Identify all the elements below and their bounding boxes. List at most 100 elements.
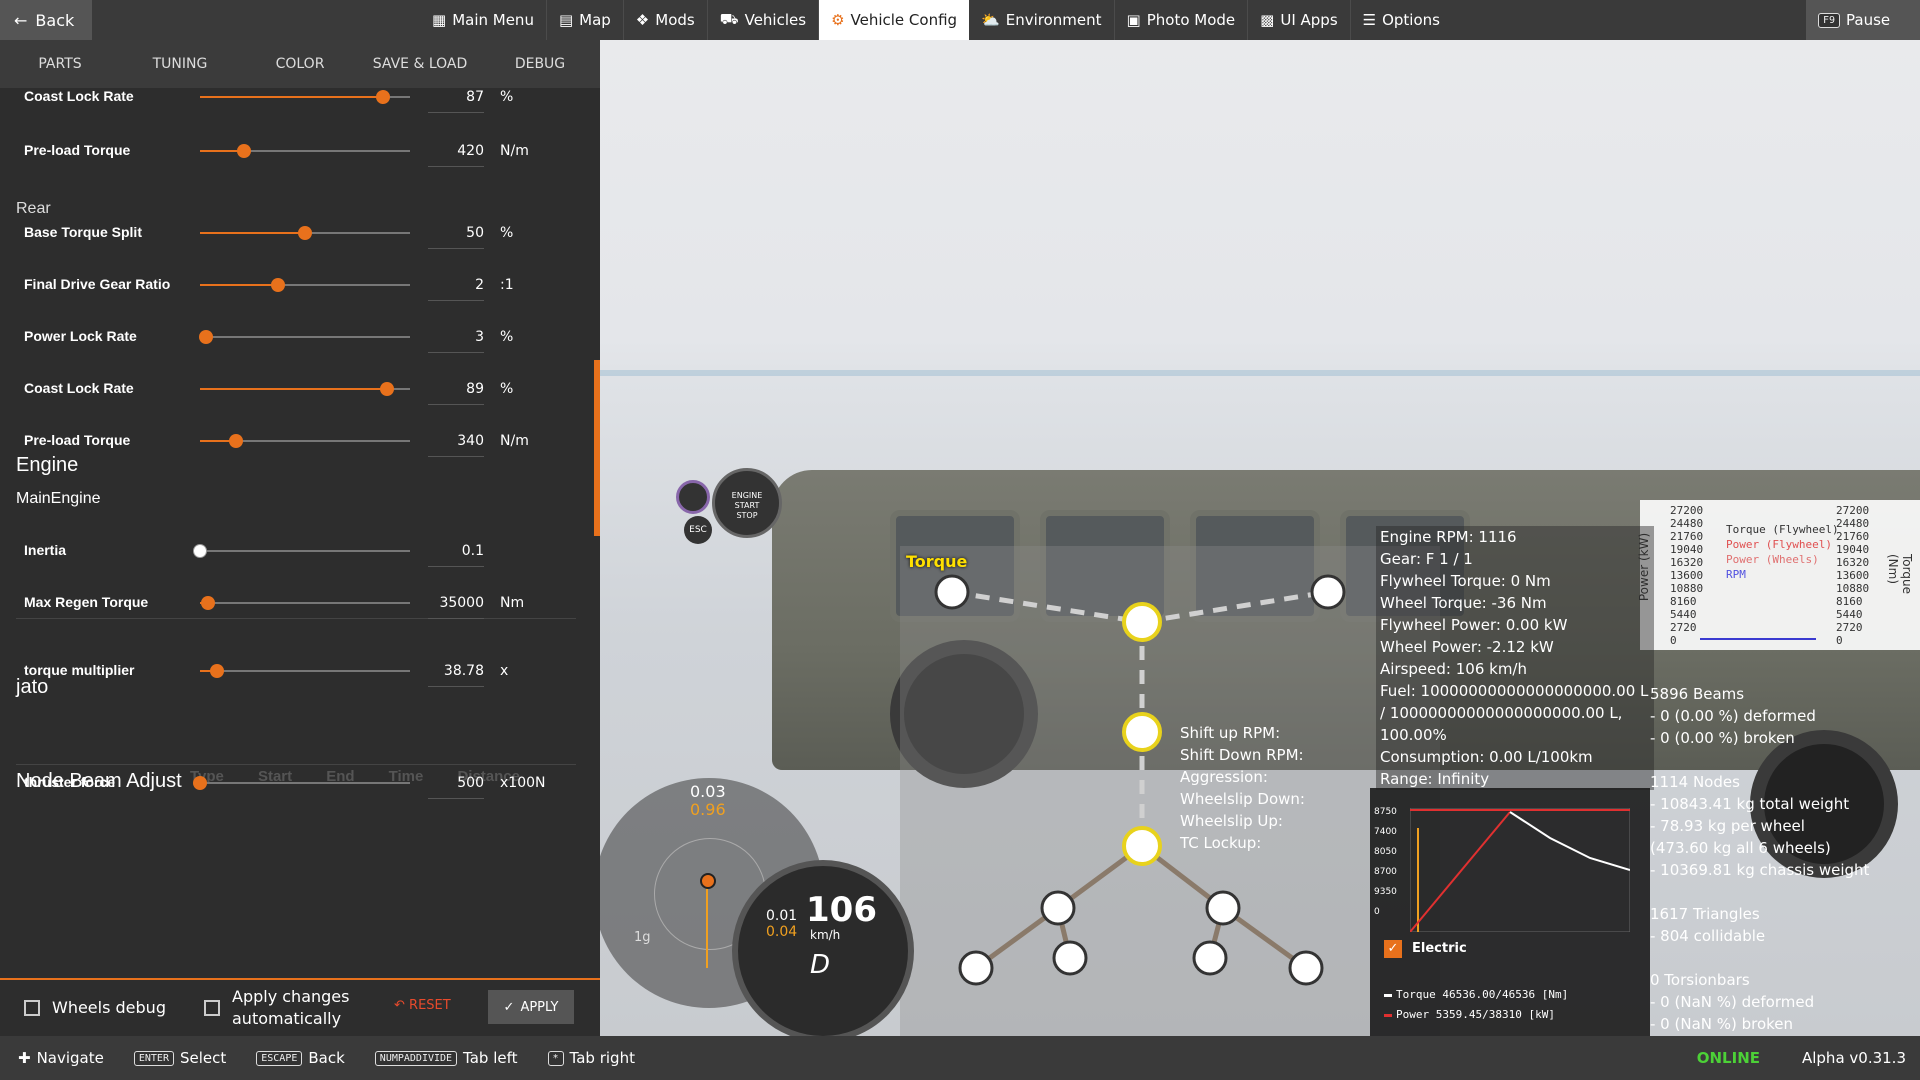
nav-vehicle-config[interactable]: ⚙ Vehicle Config xyxy=(819,0,970,40)
unit-label: % xyxy=(500,329,514,345)
axis-tick: 10880 xyxy=(1836,582,1870,595)
slider-thumb[interactable] xyxy=(237,144,252,158)
tab-parts[interactable]: PARTS xyxy=(0,40,120,88)
gear-indicator: D xyxy=(810,950,831,980)
value-field[interactable]: 38.78 xyxy=(428,656,484,687)
unit-label: x xyxy=(500,663,509,679)
nav-mods[interactable]: ❖ Mods xyxy=(624,0,708,40)
tuning-label: torque multiplier xyxy=(24,662,135,678)
axis-tick: 24480 xyxy=(1836,517,1870,530)
tab-tuning[interactable]: TUNING xyxy=(120,40,240,88)
slider-thumb[interactable] xyxy=(199,330,214,344)
value-field[interactable]: 0.1 xyxy=(428,536,484,567)
slider-thumb[interactable] xyxy=(270,278,285,292)
apply-auto-checkbox[interactable] xyxy=(204,1000,220,1016)
wheel-node-icon xyxy=(1192,940,1228,976)
nav-main-menu[interactable]: ▦ Main Menu xyxy=(420,0,547,40)
info-line: Shift up RPM: xyxy=(1180,724,1281,742)
tab-debug[interactable]: DEBUG xyxy=(480,40,600,88)
scrollbar-thumb[interactable] xyxy=(594,360,600,536)
small-readout-2: 0.04 xyxy=(766,924,798,940)
electric-checkbox[interactable]: ✓ xyxy=(1384,940,1402,958)
slider-track[interactable] xyxy=(200,670,410,672)
slider-track[interactable] xyxy=(200,336,410,338)
wheels-debug-label: Wheels debug xyxy=(52,998,166,1017)
info-line: - 0 (NaN %) broken xyxy=(1650,1015,1794,1033)
value-field[interactable]: 50 xyxy=(428,218,484,249)
slider-track[interactable] xyxy=(200,602,410,604)
status-bar: ✚ Navigate ENTER Select ESCAPE Back NUMP… xyxy=(0,1036,1920,1080)
power-curve-chart xyxy=(1410,808,1630,932)
legend-power-wheels: Power (Wheels) xyxy=(1726,553,1819,566)
info-line: - 0 (NaN %) deformed xyxy=(1650,993,1815,1011)
value-field[interactable]: 2 xyxy=(428,270,484,301)
unit-label: % xyxy=(500,89,514,105)
axis-tick: 0 xyxy=(1836,634,1843,647)
torque-graph-left-ticks: 27200 24480 21760 19040 16320 13600 10880 8160 5… xyxy=(1670,504,1703,647)
tab-save-load[interactable]: SAVE & LOAD xyxy=(360,40,480,88)
slider-track[interactable] xyxy=(200,782,410,784)
back-button[interactable]: ← Back xyxy=(0,0,92,40)
nav-label: Photo Mode xyxy=(1146,11,1236,29)
wheels-debug-checkbox[interactable] xyxy=(24,1000,40,1016)
value-field[interactable]: 500 xyxy=(428,768,484,799)
nav-environment[interactable]: ⛅ Environment xyxy=(969,0,1115,40)
unit-label: % xyxy=(500,225,514,241)
slider-thumb[interactable] xyxy=(201,596,216,610)
reset-button[interactable]: ↶ RESET xyxy=(394,998,451,1013)
value-field[interactable]: 87 xyxy=(428,88,484,113)
apply-button[interactable]: ✓ APPLY xyxy=(488,990,574,1024)
tuning-row: Base Torque Split 50% xyxy=(0,218,600,249)
hint-label: Navigate xyxy=(36,1049,104,1067)
axis-tick: 10880 xyxy=(1670,582,1704,595)
slider-thumb[interactable] xyxy=(193,544,207,558)
gforce-dot-icon xyxy=(700,873,716,889)
slider-thumb[interactable] xyxy=(193,776,207,790)
axis-tick: 8050 xyxy=(1374,847,1397,857)
torque-readout: Torque 46536.00/46536 [Nm] xyxy=(1384,988,1568,1001)
weather-icon: ⛅ xyxy=(981,11,1000,29)
unit-label: N/m xyxy=(500,433,529,449)
axis-tick: 21760 xyxy=(1836,530,1870,543)
info-line: 1617 Triangles xyxy=(1650,905,1760,923)
tuning-scroll-area[interactable]: Rear Engine MainEngine jato Type Start E… xyxy=(0,88,600,978)
online-status: ONLINE xyxy=(1696,1049,1760,1067)
nav-label: UI Apps xyxy=(1280,11,1338,29)
nav-vehicles[interactable]: ⛟ Vehicles xyxy=(708,0,820,40)
esc-button[interactable]: ESC xyxy=(684,516,712,544)
slider-thumb[interactable] xyxy=(375,90,390,104)
slider-thumb[interactable] xyxy=(209,664,224,678)
nav-map[interactable]: ▤ Map xyxy=(547,0,624,40)
value-field[interactable]: 3 xyxy=(428,322,484,353)
hint-tab-left: NUMPADDIVIDE Tab left xyxy=(374,1049,518,1067)
value-field[interactable]: 35000 xyxy=(428,588,484,619)
speedometer: 106 km/h D 0.01 0.04 xyxy=(732,860,914,1036)
slider-thumb[interactable] xyxy=(298,226,312,240)
axis-tick: 16320 xyxy=(1670,556,1704,569)
slider-thumb[interactable] xyxy=(228,434,243,448)
tuning-label: Coast Lock Rate xyxy=(24,380,134,396)
nav-label: Environment xyxy=(1005,11,1102,29)
axis-tick: 8700 xyxy=(1374,867,1397,877)
axis-tick: 8160 xyxy=(1836,595,1863,608)
tab-color[interactable]: COLOR xyxy=(240,40,360,88)
unit-label: x100N xyxy=(500,775,546,791)
gforce-axis xyxy=(706,878,708,968)
value-field[interactable]: 420 xyxy=(428,136,484,167)
section-engine: Engine xyxy=(16,454,79,476)
nav-options[interactable]: ☰ Options xyxy=(1351,0,1452,40)
nav-photo-mode[interactable]: ▣ Photo Mode xyxy=(1115,0,1249,40)
electric-label: Electric xyxy=(1412,941,1467,956)
slider-thumb[interactable] xyxy=(379,382,394,396)
nav-ui-apps[interactable]: ▩ UI Apps xyxy=(1248,0,1351,40)
hint-label: Back xyxy=(308,1049,345,1067)
engine-start-stop-button[interactable]: ENGINE START STOP xyxy=(712,468,782,538)
info-line: 1114 Nodes xyxy=(1650,773,1740,791)
value-field[interactable]: 89 xyxy=(428,374,484,405)
slider-track[interactable] xyxy=(200,550,410,552)
tuning-row: Final Drive Gear Ratio 2:1 xyxy=(0,270,600,301)
bottom-actions: Wheels debug Apply changes automatically… xyxy=(0,978,600,1038)
value-field[interactable]: 340 xyxy=(428,426,484,457)
pause-button[interactable]: F9 Pause xyxy=(1806,0,1920,40)
ignition-knob-icon[interactable] xyxy=(676,480,710,514)
